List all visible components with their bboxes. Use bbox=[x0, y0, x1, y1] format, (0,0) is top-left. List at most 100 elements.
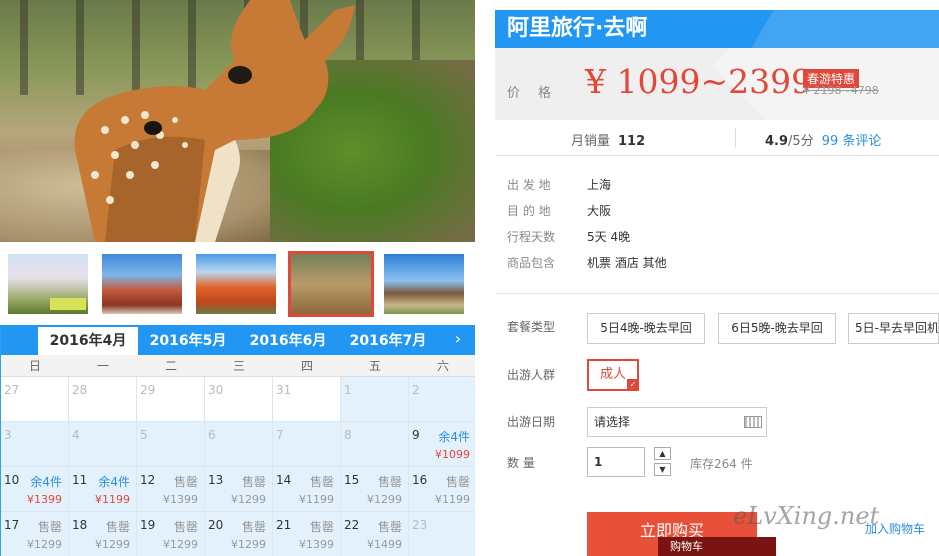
thumbnail-pagoda[interactable] bbox=[196, 254, 276, 314]
calendar-day-number: 1 bbox=[344, 383, 352, 397]
calendar-day-cell: 6 bbox=[205, 422, 273, 467]
departure-calendar: 2016年4月 2016年5月 2016年6月 2016年7月 › 日 一 二 三 四 五… bbox=[0, 325, 475, 556]
tab-month-4[interactable]: 2016年7月 bbox=[338, 327, 438, 355]
calendar-day-cell: 5 bbox=[137, 422, 205, 467]
calendar-day-number: 9 bbox=[412, 428, 420, 442]
price-range: ¥ 1099~2399 bbox=[585, 62, 813, 101]
calendar-day-cell: 30 bbox=[205, 377, 273, 422]
calendar-day-cell[interactable]: 20 售罄 ¥1299 bbox=[205, 512, 273, 556]
quantity-increment-button[interactable]: ▲ bbox=[654, 447, 671, 460]
calendar-day-cell[interactable]: 19 售罄 ¥1299 bbox=[137, 512, 205, 556]
info-row-destination: 目 的 地 大阪 bbox=[507, 202, 927, 222]
calendar-day-number: 21 bbox=[276, 518, 292, 532]
calendar-day-cell[interactable]: 9 余4件 ¥1099 bbox=[409, 422, 475, 467]
calendar-day-cell[interactable]: 15 售罄 ¥1299 bbox=[341, 467, 409, 512]
product-media: 1199 2016年4月 2016年5月 2016年6月 2016年7月 › 日… bbox=[0, 0, 475, 556]
check-icon: ✓ bbox=[627, 379, 639, 391]
cart-overlay-button[interactable]: 购物车 bbox=[658, 537, 776, 556]
calendar-day-status: 售罄 bbox=[241, 475, 266, 489]
calendar-day-cell[interactable]: 10 余4件 ¥1399 bbox=[1, 467, 69, 512]
calendar-day-number: 3 bbox=[4, 428, 12, 442]
calendar-day-cell[interactable]: 21 售罄 ¥1399 bbox=[273, 512, 341, 556]
calendar-day-status: 售罄 bbox=[241, 520, 266, 534]
calendar-day-cell[interactable]: 18 售罄 ¥1299 bbox=[69, 512, 137, 556]
calendar-day-number: 13 bbox=[208, 473, 224, 487]
traveler-type-label: 出游人群 bbox=[507, 368, 556, 382]
calendar-day-price: ¥1199 bbox=[435, 493, 470, 506]
chevron-right-icon[interactable]: › bbox=[450, 329, 466, 351]
traveler-adult-label: 成人 bbox=[599, 367, 626, 382]
title-bar-decoration bbox=[727, 10, 939, 48]
calendar-day-cell[interactable]: 14 售罄 ¥1199 bbox=[273, 467, 341, 512]
calendar-day-price: ¥1099 bbox=[435, 448, 470, 461]
calendar-day-price: ¥1399 bbox=[27, 493, 62, 506]
thumbnail-temple[interactable] bbox=[384, 254, 464, 314]
calendar-day-price: ¥1299 bbox=[95, 538, 130, 551]
product-details: 阿里旅行·去啊 价格 ¥ 1099~2399 春游特惠 ¥ 2198~4798 … bbox=[495, 0, 939, 556]
calendar-day-status: 售罄 bbox=[309, 475, 334, 489]
package-option-3[interactable]: 5日-早去早回机 bbox=[848, 313, 939, 344]
thumbnail-castle[interactable]: 1199 bbox=[8, 254, 88, 314]
thumbnail-shrine[interactable] bbox=[102, 254, 182, 314]
travel-date-picker[interactable]: 请选择 bbox=[587, 407, 767, 437]
tab-month-1[interactable]: 2016年4月 bbox=[38, 327, 138, 355]
quantity-label: 数 量 bbox=[507, 456, 535, 470]
product-title: 阿里旅行·去啊 bbox=[507, 16, 648, 41]
calendar-day-number: 20 bbox=[208, 518, 224, 532]
calendar-day-number: 27 bbox=[4, 383, 20, 397]
info-row-departure: 出 发 地 上海 bbox=[507, 176, 927, 196]
hero-image-deer bbox=[0, 0, 475, 242]
package-option-1[interactable]: 5日4晚-晚去早回 bbox=[587, 313, 705, 344]
quantity-input[interactable]: 1 bbox=[587, 447, 645, 477]
info-value: 5天 4晚 bbox=[587, 230, 631, 244]
calendar-day-cell[interactable]: 12 售罄 ¥1399 bbox=[137, 467, 205, 512]
tab-month-3[interactable]: 2016年6月 bbox=[238, 327, 338, 355]
calendar-day-status: 售罄 bbox=[445, 475, 470, 489]
info-key: 商品包含 bbox=[507, 256, 556, 270]
info-value: 机票 酒店 其他 bbox=[587, 256, 667, 270]
calendar-day-number: 15 bbox=[344, 473, 360, 487]
calendar-day-price: ¥1299 bbox=[231, 493, 266, 506]
calendar-icon bbox=[744, 416, 762, 428]
travel-date-label: 出游日期 bbox=[507, 415, 556, 429]
calendar-day-number: 14 bbox=[276, 473, 292, 487]
reviews-link[interactable]: 99 条评论 bbox=[822, 134, 882, 149]
thumbnail-strip: 1199 bbox=[0, 242, 475, 325]
calendar-day-cell[interactable]: 13 售罄 ¥1299 bbox=[205, 467, 273, 512]
calendar-grid: 27 28 29 30 31 1 2 3 4 5 6 7 8 9 余4件 ¥1099 10 余4件 ¥1399 11 余… bbox=[1, 377, 475, 556]
calendar-day-cell[interactable]: 22 售罄 ¥1499 bbox=[341, 512, 409, 556]
stock-count: 库存264 件 bbox=[690, 457, 753, 471]
tab-month-2[interactable]: 2016年5月 bbox=[138, 327, 238, 355]
package-option-2[interactable]: 6日5晚-晚去早回 bbox=[718, 313, 836, 344]
watermark-logo: eLvXing.net bbox=[733, 502, 880, 530]
quantity-decrement-button[interactable]: ▼ bbox=[654, 463, 671, 476]
calendar-day-cell: 7 bbox=[273, 422, 341, 467]
monthly-sales-label: 月销量 bbox=[571, 134, 611, 149]
calendar-day-cell: 3 bbox=[1, 422, 69, 467]
thumbnail-deer[interactable] bbox=[288, 251, 374, 317]
calendar-day-number: 6 bbox=[208, 428, 216, 442]
calendar-day-status: 售罄 bbox=[105, 520, 130, 534]
calendar-day-cell: 1 bbox=[341, 377, 409, 422]
travel-date-value: 请选择 bbox=[594, 415, 631, 429]
calendar-day-cell[interactable]: 16 售罄 ¥1199 bbox=[409, 467, 475, 512]
thumbnail-badge bbox=[50, 298, 86, 310]
calendar-day-price: ¥1499 bbox=[367, 538, 402, 551]
calendar-day-number: 18 bbox=[72, 518, 88, 532]
calendar-day-cell[interactable]: 11 余4件 ¥1199 bbox=[69, 467, 137, 512]
calendar-month-tabs: 2016年4月 2016年5月 2016年6月 2016年7月 › bbox=[1, 325, 475, 355]
info-key: 行程天数 bbox=[507, 230, 556, 244]
calendar-day-price: ¥1299 bbox=[367, 493, 402, 506]
calendar-day-price: ¥1299 bbox=[163, 538, 198, 551]
calendar-day-cell[interactable]: 17 售罄 ¥1299 bbox=[1, 512, 69, 556]
calendar-day-cell: 29 bbox=[137, 377, 205, 422]
calendar-day-price: ¥1399 bbox=[299, 538, 334, 551]
product-stats: 月销量 112 4.9/5分 99 条评论 bbox=[495, 120, 939, 156]
calendar-day-cell: 23 bbox=[409, 512, 475, 556]
rating-block: 4.9/5分 99 条评论 bbox=[765, 130, 881, 149]
traveler-adult-option[interactable]: 成人 ✓ bbox=[587, 359, 639, 391]
product-title-bar: 阿里旅行·去啊 bbox=[495, 10, 939, 48]
calendar-day-number: 29 bbox=[140, 383, 156, 397]
calendar-day-number: 8 bbox=[344, 428, 352, 442]
calendar-day-cell: 28 bbox=[69, 377, 137, 422]
